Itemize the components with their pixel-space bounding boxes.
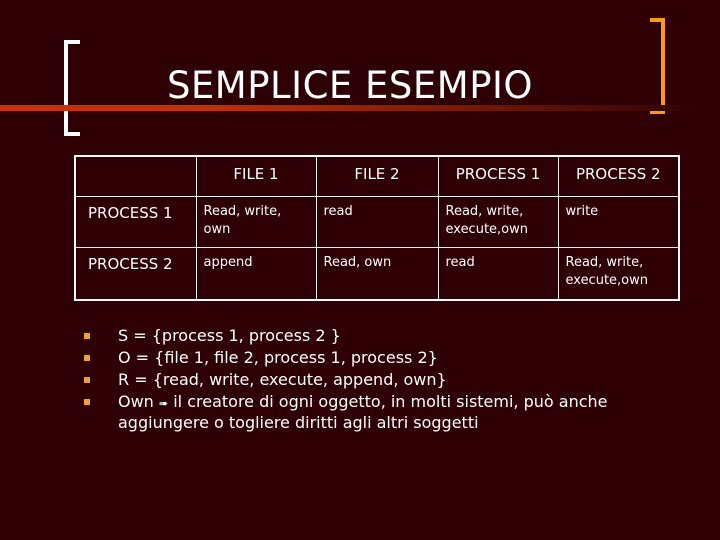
access-matrix-table: FILE 1 FILE 2 PROCESS 1 PROCESS 2 PROCES… [74,155,680,301]
right-bracket-decoration [650,18,665,114]
table-cell: Read, write, execute,own [437,195,559,248]
definitions-list: S = {process 1, process 2 } O = {file 1,… [84,326,684,435]
bullet-text: O = {file 1, file 2, process 1, process … [118,348,438,367]
table-cell: append [195,246,317,301]
slide-title: SEMPLICE ESEMPIO [166,64,534,107]
square-bullet-icon [84,333,90,339]
square-bullet-icon [84,399,90,405]
list-item: Own ➠ il creatore di ogni oggetto, in mo… [84,392,684,432]
table-header-file-2: FILE 2 [315,155,439,197]
table-cell: Read, write, own [195,195,317,248]
right-arrow-icon: ➠ [158,397,169,410]
table-cell: write [557,195,680,248]
table-row: PROCESS 1 Read, write, own read Read, wr… [74,195,680,248]
row-header-process-1: PROCESS 1 [74,195,197,248]
table-header-process-2: PROCESS 2 [557,155,680,197]
row-header-process-2: PROCESS 2 [74,246,197,301]
list-item: S = {process 1, process 2 } [84,326,684,345]
table-row: PROCESS 2 append Read, own read Read, wr… [74,246,680,301]
table-header-row: FILE 1 FILE 2 PROCESS 1 PROCESS 2 [74,155,680,197]
square-bullet-icon [84,355,90,361]
bullet-text: il creatore di ogni oggetto, in molti si… [118,392,608,432]
bullet-text: R = {read, write, execute, append, own} [118,370,447,389]
bullet-text: S = {process 1, process 2 } [118,326,341,345]
table-header-corner [74,155,197,197]
table-cell: read [437,246,559,301]
table-header-process-1: PROCESS 1 [437,155,559,197]
list-item: O = {file 1, file 2, process 1, process … [84,348,684,367]
list-item: R = {read, write, execute, append, own} [84,370,684,389]
table-header-file-1: FILE 1 [195,155,317,197]
bullet-prefix: Own [118,392,154,411]
table-cell: read [315,195,439,248]
table-cell: Read, own [315,246,439,301]
table-cell: Read, write, execute,own [557,246,680,301]
left-bracket-decoration [64,40,80,136]
square-bullet-icon [84,377,90,383]
